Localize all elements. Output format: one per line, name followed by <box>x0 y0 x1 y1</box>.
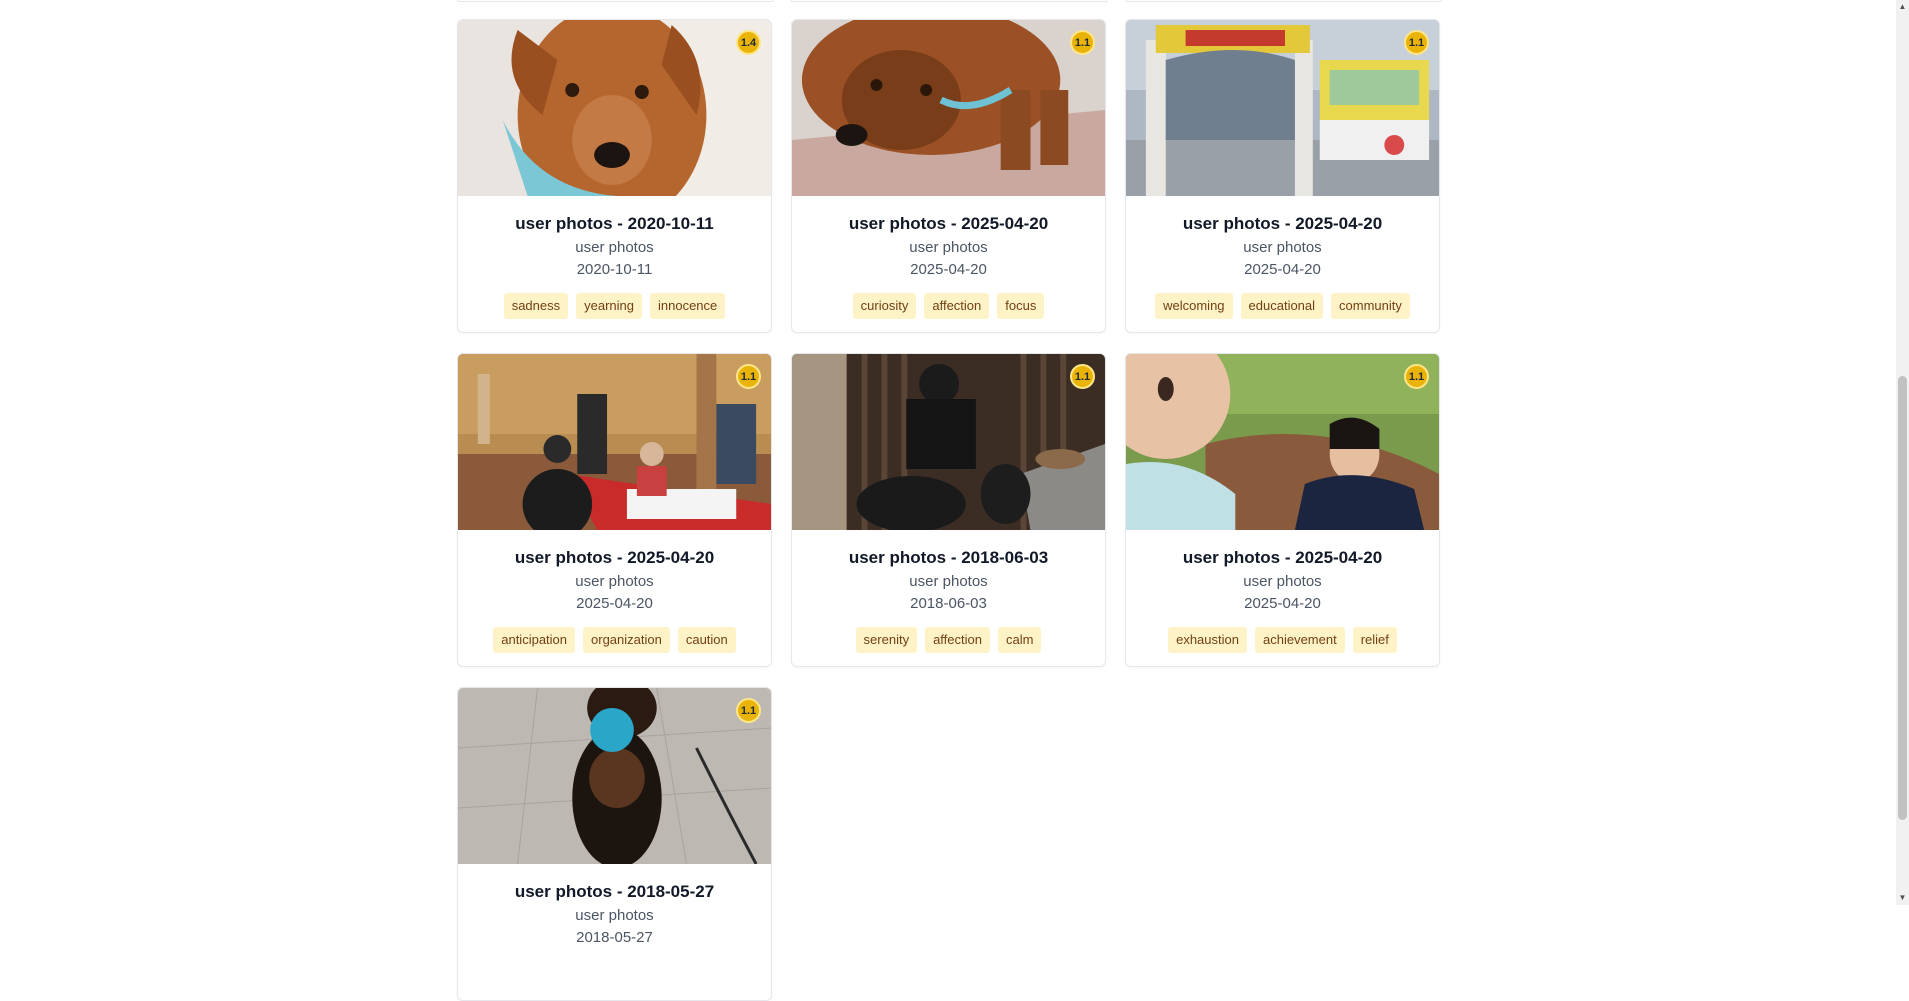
photo-thumbnail[interactable]: 1.4 <box>458 20 771 196</box>
photo-card[interactable]: 1.1 user photos - 2025-04-20 user photos… <box>457 353 772 667</box>
card-date: 2025-04-20 <box>1244 595 1321 612</box>
card-date: 2018-06-03 <box>910 595 987 612</box>
tag[interactable]: yearning <box>576 293 642 319</box>
card-date: 2025-04-20 <box>1244 261 1321 278</box>
photo-card[interactable]: 1.1 user photos - 2025-04-20 user photos… <box>791 19 1106 333</box>
photo-thumbnail[interactable]: 1.1 <box>1126 354 1439 530</box>
card-title[interactable]: user photos - 2018-05-27 <box>458 882 771 902</box>
tag-list: anticipation organization caution <box>458 627 771 653</box>
card-title[interactable]: user photos - 2025-04-20 <box>1126 214 1439 234</box>
card-category: user photos <box>909 573 988 590</box>
tag[interactable]: achievement <box>1254 627 1345 653</box>
tag-list: welcoming educational community <box>1126 293 1439 319</box>
tag[interactable]: anticipation <box>493 627 576 653</box>
registration-event-photo <box>458 354 771 530</box>
tag[interactable]: organization <box>583 627 670 653</box>
tag[interactable]: serenity <box>855 627 918 653</box>
score-badge: 1.1 <box>736 364 761 389</box>
card-date: 2025-04-20 <box>910 261 987 278</box>
photo-card[interactable]: 1.4 user photos - 2020-10-11 user photos… <box>457 19 772 333</box>
score-badge: 1.1 <box>1404 30 1429 55</box>
school-gate-photo <box>1126 20 1439 196</box>
dog-photo <box>792 20 1105 196</box>
tag-list: curiosity affection focus <box>792 293 1105 319</box>
tag[interactable]: innocence <box>650 293 726 319</box>
card-title[interactable]: user photos - 2025-04-20 <box>458 548 771 568</box>
card-stub <box>457 0 774 2</box>
selfie-outdoor-photo <box>1126 354 1439 530</box>
card-title[interactable]: user photos - 2018-06-03 <box>792 548 1105 568</box>
photo-card[interactable]: 1.1 user photos - 2018-05-27 user photos… <box>457 687 772 1001</box>
tag[interactable]: caution <box>677 627 736 653</box>
card-category: user photos <box>1243 573 1322 590</box>
photo-card[interactable]: 1.1 user photos - 2018-06-03 user photos… <box>791 353 1106 667</box>
score-badge: 1.4 <box>736 30 761 55</box>
tag[interactable]: affection <box>925 627 990 653</box>
tag[interactable]: welcoming <box>1155 293 1233 319</box>
card-title[interactable]: user photos - 2025-04-20 <box>792 214 1105 234</box>
tag[interactable]: focus <box>997 293 1045 319</box>
card-title[interactable]: user photos - 2025-04-20 <box>1126 548 1439 568</box>
score-badge: 1.1 <box>736 698 761 723</box>
card-title[interactable]: user photos - 2020-10-11 <box>458 214 771 234</box>
dog-with-ball-photo <box>458 688 771 864</box>
photo-card[interactable]: 1.1 user photos - 2025-04-20 user photos… <box>1125 353 1440 667</box>
score-badge: 1.1 <box>1070 364 1095 389</box>
card-category: user photos <box>575 573 654 590</box>
scrollbar-thumb[interactable] <box>1898 376 1907 820</box>
card-category: user photos <box>575 239 654 256</box>
tag[interactable]: calm <box>998 627 1042 653</box>
tag[interactable]: community <box>1331 293 1410 319</box>
photo-grid: 1.4 user photos - 2020-10-11 user photos… <box>457 19 1440 1001</box>
card-stub <box>1125 0 1442 2</box>
scroll-up-icon[interactable]: ▲ <box>1896 0 1909 14</box>
photo-thumbnail[interactable]: 1.1 <box>458 688 771 864</box>
tag-list: serenity affection calm <box>792 627 1105 653</box>
tag[interactable]: exhaustion <box>1168 627 1247 653</box>
photo-card[interactable]: 1.1 user photos - 2025-04-20 user photos… <box>1125 19 1440 333</box>
tag-list: exhaustion achievement relief <box>1126 627 1439 653</box>
photo-thumbnail[interactable]: 1.1 <box>458 354 771 530</box>
photo-thumbnail[interactable]: 1.1 <box>792 354 1105 530</box>
tag[interactable]: affection <box>924 293 990 319</box>
tag[interactable]: relief <box>1352 627 1397 653</box>
vertical-scrollbar[interactable]: ▲ ▼ <box>1896 0 1909 905</box>
card-category: user photos <box>575 907 654 924</box>
photo-thumbnail[interactable]: 1.1 <box>792 20 1105 196</box>
score-badge: 1.1 <box>1070 30 1095 55</box>
card-date: 2018-05-27 <box>576 929 653 946</box>
girl-with-dogs-photo <box>792 354 1105 530</box>
tag[interactable]: sadness <box>503 293 569 319</box>
tag-list: sadness yearning innocence <box>458 293 771 319</box>
scroll-down-icon[interactable]: ▼ <box>1896 891 1909 905</box>
photo-thumbnail[interactable]: 1.1 <box>1126 20 1439 196</box>
tag[interactable]: curiosity <box>852 293 917 319</box>
card-category: user photos <box>909 239 988 256</box>
card-category: user photos <box>1243 239 1322 256</box>
card-stub <box>791 0 1108 2</box>
tag[interactable]: educational <box>1240 293 1324 319</box>
dog-photo <box>458 20 771 196</box>
card-date: 2025-04-20 <box>576 595 653 612</box>
card-date: 2020-10-11 <box>576 261 653 278</box>
score-badge: 1.1 <box>1404 364 1429 389</box>
